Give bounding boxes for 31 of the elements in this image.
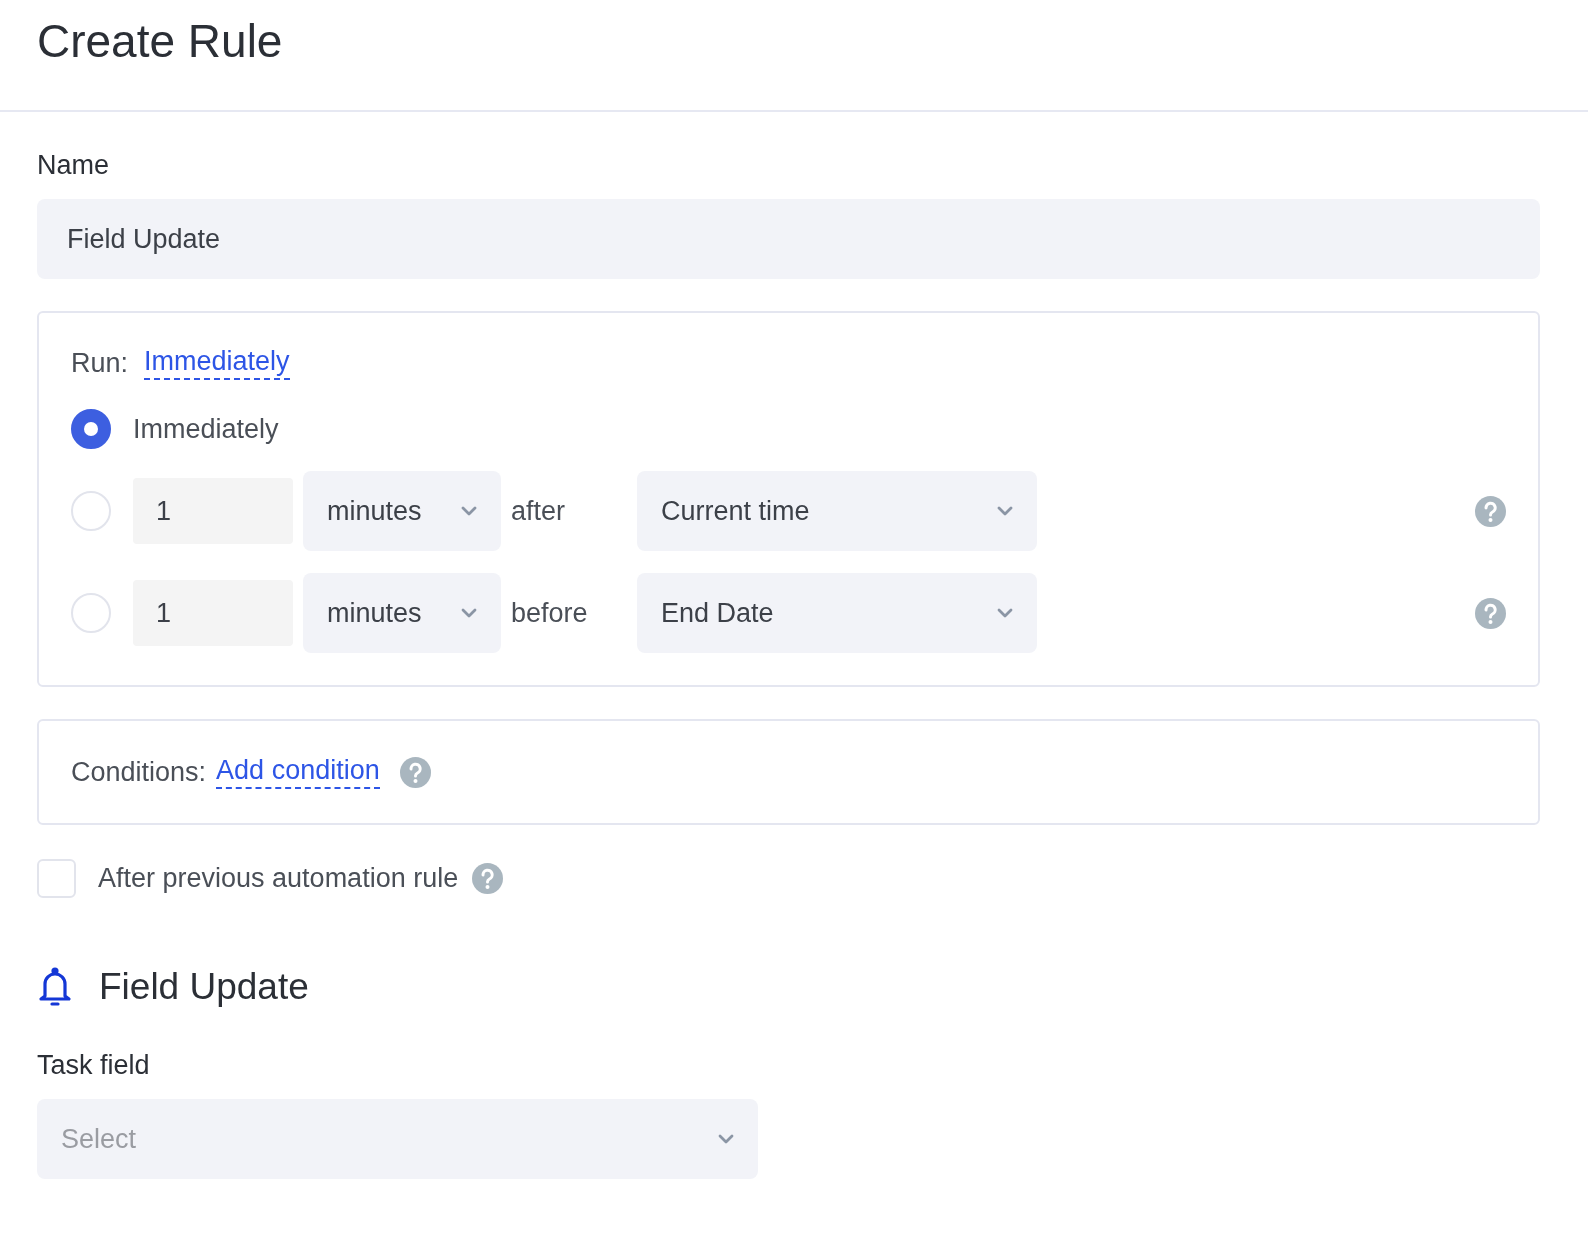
page-title: Create Rule — [37, 14, 283, 68]
option-label: Immediately — [133, 413, 279, 445]
checkbox-label: After previous automation rule — [98, 863, 459, 894]
chevron-down-icon — [997, 506, 1013, 516]
field-label: Task field — [37, 1050, 150, 1081]
relation-label: after — [510, 495, 567, 527]
bell-icon — [37, 966, 73, 1008]
chevron-down-icon — [461, 506, 477, 516]
help-icon — [1475, 495, 1506, 527]
amount-input[interactable]: 1 — [133, 478, 293, 544]
anchor-dropdown[interactable]: End Date — [637, 573, 1037, 653]
radio-button[interactable] — [71, 409, 111, 449]
help-icon — [472, 863, 504, 894]
anchor-dropdown[interactable]: Current time — [637, 471, 1037, 551]
relation-label: before — [510, 597, 589, 629]
name-input[interactable]: Field Update — [37, 199, 1540, 279]
help-icon — [399, 756, 431, 788]
run-link[interactable]: Immediately — [144, 346, 290, 380]
conditions-label: Conditions: — [71, 756, 207, 788]
help-icon — [1475, 597, 1506, 629]
checkbox[interactable] — [37, 859, 76, 898]
add-condition-link[interactable]: Add condition — [216, 755, 380, 789]
field-label: Name — [37, 150, 110, 181]
run-label: Run: — [71, 347, 129, 379]
unit-dropdown[interactable]: minutes — [303, 471, 501, 551]
amount-input[interactable]: 1 — [133, 580, 293, 646]
unit-dropdown[interactable]: minutes — [303, 573, 501, 653]
chevron-down-icon — [718, 1134, 734, 1144]
chevron-down-icon — [997, 608, 1013, 618]
chevron-down-icon — [461, 608, 477, 618]
section-title: Field Update — [99, 966, 309, 1008]
